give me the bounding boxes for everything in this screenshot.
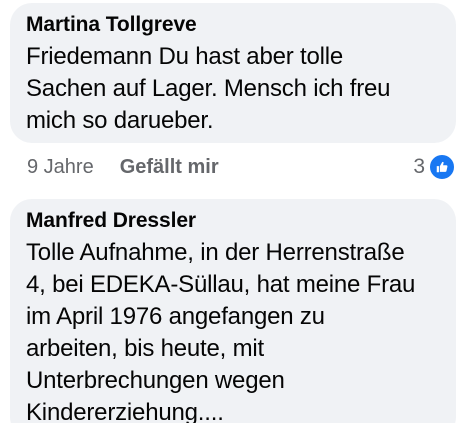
reaction-count: 3: [413, 155, 425, 178]
comment-text-line: 4, bei EDEKA-Süllau, hat meine Frau: [26, 271, 416, 298]
comment-timestamp[interactable]: 9 Jahre: [27, 156, 94, 179]
comment-text-line: Friedemann Du hast aber tolle: [26, 43, 344, 70]
comment-actions: 9 Jahre Gefällt mir 3: [27, 150, 456, 184]
comment-text-line: Tolle Aufnahme, in der Herrenstraße: [26, 239, 405, 266]
comment-text-line: arbeiten, bis heute, mit: [26, 335, 265, 362]
comment-text-line: Unterbrechungen wegen: [26, 367, 285, 394]
comment-text-line: im April 1976 angefangen zu: [26, 303, 325, 330]
comment-bubble: Martina Tollgreve Friedemann Du hast abe…: [10, 3, 456, 143]
comment-text-line: mich so darueber.: [26, 107, 214, 134]
comment-text-line: Sachen auf Lager. Mensch ich freu: [26, 75, 391, 102]
comment-bubble: Manfred Dressler Tolle Aufnahme, in der …: [10, 199, 456, 423]
comment-text: Tolle Aufnahme, in der Herrenstraße 4, b…: [26, 237, 440, 423]
comments-thread: Martina Tollgreve Friedemann Du hast abe…: [0, 0, 474, 423]
reaction-summary[interactable]: 3: [413, 153, 456, 181]
like-thumb-icon: [428, 153, 456, 181]
like-button[interactable]: Gefällt mir: [120, 156, 219, 179]
comment-author[interactable]: Manfred Dressler: [26, 206, 440, 236]
comment-author[interactable]: Martina Tollgreve: [26, 10, 440, 40]
comment-text-line: Kindererziehung....: [26, 399, 224, 423]
comment-text: Friedemann Du hast aber tolle Sachen auf…: [26, 41, 440, 137]
